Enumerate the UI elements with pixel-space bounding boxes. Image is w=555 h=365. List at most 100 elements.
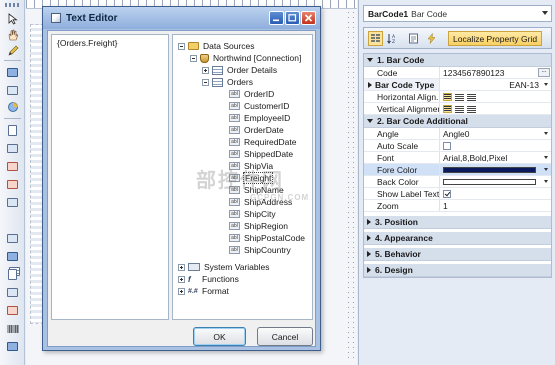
chevron-down-icon[interactable] <box>542 11 548 15</box>
expand-icon[interactable] <box>202 66 209 74</box>
align-top-icon[interactable] <box>443 104 452 113</box>
tree-field-customerid[interactable]: abl CustomerID <box>229 100 290 112</box>
property-row-fore-color[interactable]: Fore Color <box>364 164 551 176</box>
chevron-down-icon[interactable] <box>544 156 548 159</box>
collapse-icon[interactable] <box>367 119 373 123</box>
tree-node-connection[interactable]: Northwind [Connection] <box>190 52 302 64</box>
expand-icon[interactable] <box>367 219 371 225</box>
tree-field-shippostalcode[interactable]: abl ShipPostalCode <box>229 232 306 244</box>
tree-field-employeeid[interactable]: abl EmployeeID <box>229 112 291 124</box>
property-row-show-label-text[interactable]: Show Label Text <box>364 188 551 200</box>
tree-node-format[interactable]: #.# Format <box>178 285 230 297</box>
auto-scale-checkbox[interactable] <box>443 141 451 150</box>
dialog-title-bar[interactable]: Text Editor <box>43 7 320 29</box>
richtext-tool-icon[interactable] <box>5 268 20 281</box>
minimize-icon[interactable] <box>269 11 284 25</box>
shape-tool-icon[interactable] <box>5 178 20 191</box>
property-row-back-color[interactable]: Back Color <box>364 176 551 188</box>
tree-field-requireddate[interactable]: abl RequiredDate <box>229 136 297 148</box>
pencil-tool-icon[interactable] <box>5 44 20 57</box>
crosstab-tool-icon[interactable] <box>5 232 20 245</box>
checkbox-tool-icon[interactable] <box>5 286 20 299</box>
collapse-icon[interactable] <box>367 58 373 62</box>
close-icon[interactable] <box>301 11 316 25</box>
tree-field-orderdate[interactable]: abl OrderDate <box>229 124 285 136</box>
ok-button[interactable]: OK <box>193 327 246 346</box>
image-tool-icon[interactable] <box>5 160 20 173</box>
tree-node-data-sources[interactable]: Data Sources <box>178 40 256 52</box>
text-tool-icon[interactable] <box>5 66 20 79</box>
align-center-icon[interactable] <box>455 92 464 101</box>
properties-page-icon[interactable] <box>406 31 421 46</box>
subreport-tool-icon[interactable] <box>5 250 20 263</box>
expand-icon[interactable] <box>367 235 371 241</box>
align-middle-icon[interactable] <box>455 104 464 113</box>
category-design[interactable]: 6. Design <box>364 264 551 277</box>
category-behavior[interactable]: 5. Behavior <box>364 248 551 261</box>
category-bar-code[interactable]: 1. Bar Code <box>364 54 551 67</box>
property-row-zoom[interactable]: Zoom 1 <box>364 200 551 212</box>
tree-node-orders[interactable]: Orders <box>202 76 254 88</box>
tree-field-shipcity[interactable]: abl ShipCity <box>229 208 277 220</box>
fore-color-swatch[interactable] <box>443 166 536 173</box>
container-tool-icon[interactable] <box>5 142 20 155</box>
property-row-bar-code-type[interactable]: Bar Code Type EAN-13 <box>364 79 551 91</box>
category-appearance[interactable]: 4. Appearance <box>364 232 551 245</box>
sort-alphabetical-icon[interactable]: AZ <box>385 31 400 46</box>
chevron-down-icon[interactable] <box>544 180 548 183</box>
tree-node-functions[interactable]: f Functions <box>178 273 240 285</box>
property-row-auto-scale[interactable]: Auto Scale <box>364 140 551 152</box>
maximize-icon[interactable] <box>285 11 300 25</box>
panel-tool-icon[interactable] <box>5 196 20 209</box>
align-bottom-icon[interactable] <box>467 104 476 113</box>
tree-field-shipregion[interactable]: abl ShipRegion <box>229 220 289 232</box>
collapse-icon[interactable] <box>202 78 209 86</box>
object-selector[interactable]: BarCode1 Bar Code <box>363 5 552 22</box>
expand-icon[interactable] <box>178 263 185 271</box>
expand-icon[interactable] <box>178 287 185 295</box>
page-tool-icon[interactable] <box>5 124 20 137</box>
expression-editor[interactable]: {Orders.Freight} <box>51 34 169 320</box>
property-row-vertical-alignment[interactable]: Vertical Alignment <box>364 103 551 115</box>
back-color-swatch[interactable] <box>443 178 536 185</box>
ellipsis-button[interactable]: ... <box>538 68 550 77</box>
hand-tool-icon[interactable] <box>5 28 20 41</box>
category-position[interactable]: 3. Position <box>364 216 551 229</box>
property-row-horizontal-alignment[interactable]: Horizontal Align... <box>364 91 551 103</box>
expand-icon[interactable] <box>367 267 371 273</box>
localize-property-grid-button[interactable]: Localize Property Grid <box>448 31 543 46</box>
chart-tool-icon[interactable] <box>5 100 20 113</box>
tree-field-shippeddate[interactable]: abl ShippedDate <box>229 148 294 160</box>
chevron-down-icon[interactable] <box>544 83 548 86</box>
align-right-icon[interactable] <box>467 92 476 101</box>
table-tool-icon[interactable] <box>5 214 20 276</box>
property-row-angle[interactable]: Angle Angle0 <box>364 128 551 140</box>
category-bar-code-additional[interactable]: 2. Bar Code Additional <box>364 115 551 128</box>
field-icon: abl <box>229 138 240 146</box>
tree-node-system-variables[interactable]: System Variables <box>178 261 271 273</box>
show-label-text-checkbox[interactable] <box>443 189 451 198</box>
tree-field-shipcountry[interactable]: abl ShipCountry <box>229 244 292 256</box>
tree-node-order-details[interactable]: Order Details <box>202 64 278 76</box>
chevron-down-icon[interactable] <box>544 132 548 135</box>
svg-text:Z: Z <box>392 39 395 44</box>
categorized-icon[interactable] <box>368 31 383 46</box>
property-row-code[interactable]: Code 1234567890123... <box>364 67 551 79</box>
zipcode-tool-icon[interactable] <box>5 304 20 317</box>
band-tool-icon[interactable] <box>5 84 20 97</box>
cancel-button[interactable]: Cancel <box>257 327 313 346</box>
barcode-tool-icon[interactable] <box>5 322 20 335</box>
expand-icon[interactable] <box>367 251 371 257</box>
expand-icon[interactable] <box>368 81 372 88</box>
toolbox-grip[interactable] <box>5 3 20 7</box>
tree-field-orderid[interactable]: abl OrderID <box>229 88 275 100</box>
gauge-tool-icon[interactable] <box>5 340 20 353</box>
chevron-down-icon[interactable] <box>544 168 548 171</box>
pointer-tool-icon[interactable] <box>5 12 20 25</box>
expand-icon[interactable] <box>178 275 185 283</box>
property-row-font[interactable]: Font Arial,8,Bold,Pixel <box>364 152 551 164</box>
collapse-icon[interactable] <box>190 54 197 62</box>
events-icon[interactable] <box>424 31 439 46</box>
collapse-icon[interactable] <box>178 42 185 50</box>
align-left-icon[interactable] <box>443 92 452 101</box>
